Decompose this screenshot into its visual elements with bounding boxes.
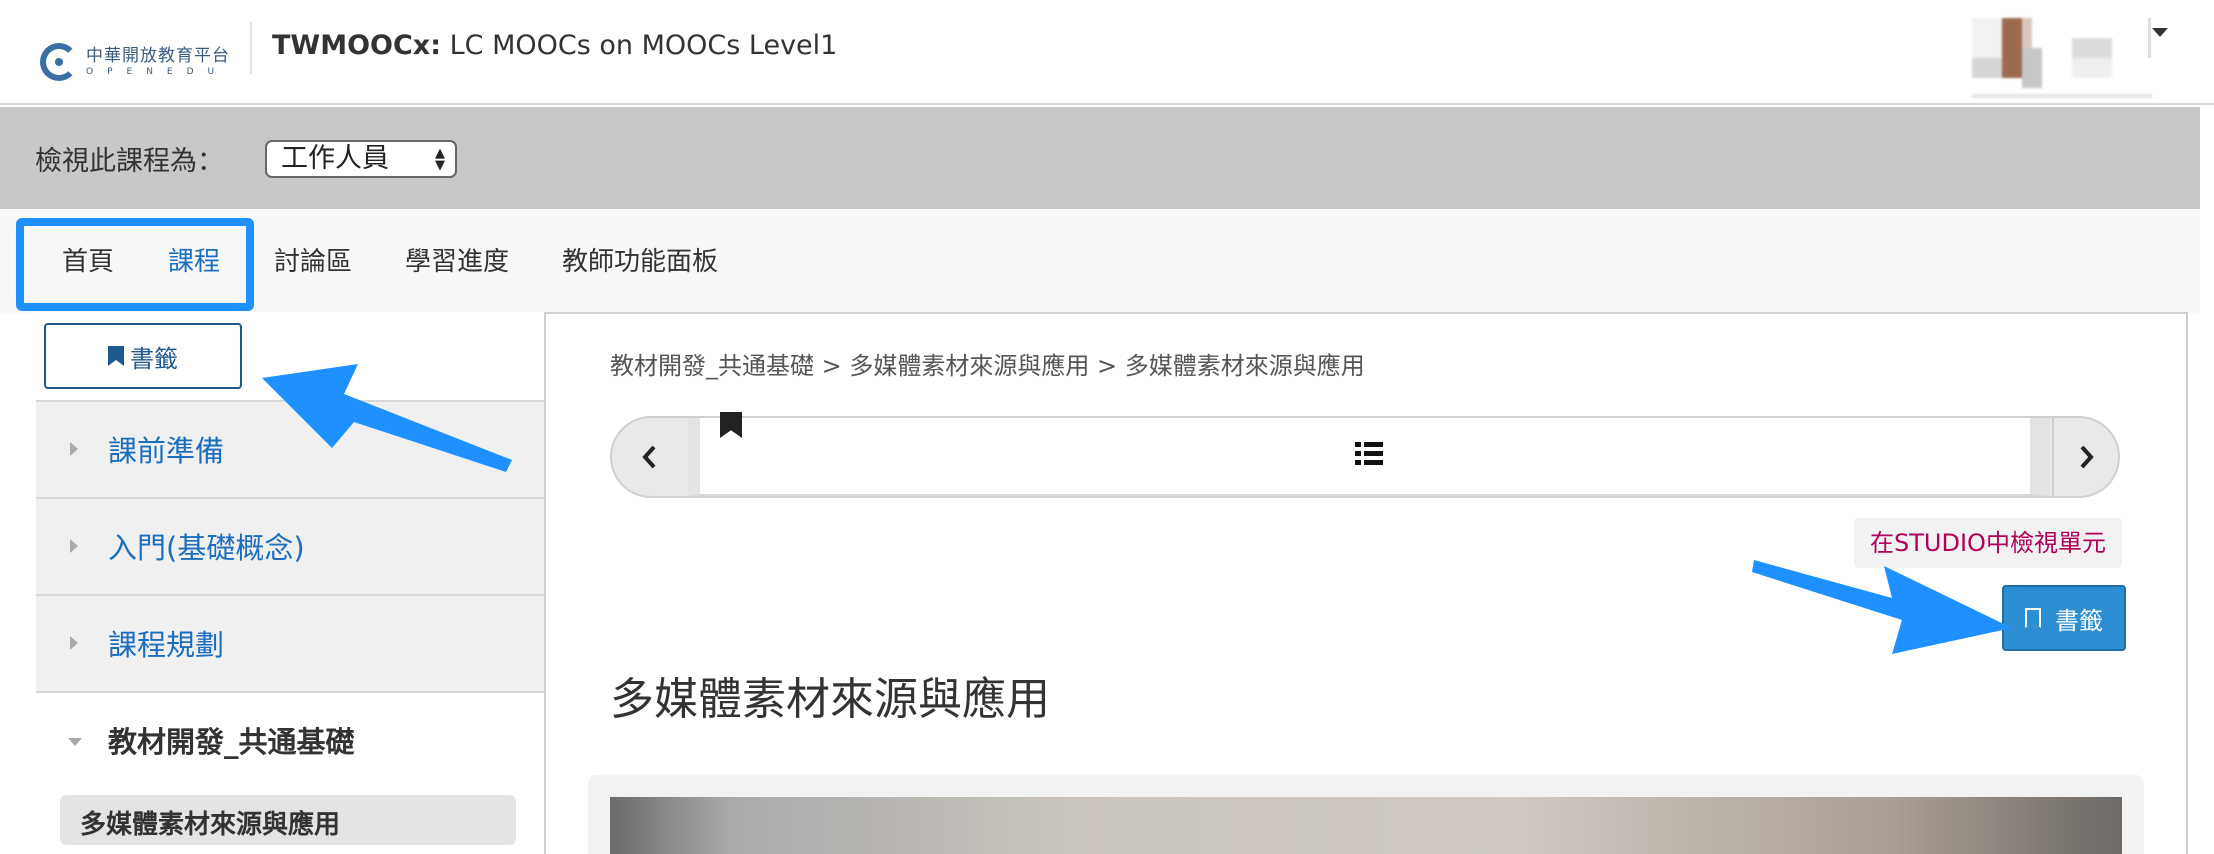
outline-section-intro[interactable]: 入門(基礎概念) <box>36 497 544 594</box>
list-icon <box>1355 442 1383 466</box>
sidebar-bookmarks-button[interactable]: 書籤 <box>44 323 242 389</box>
course-title: TWMOOCx: LC MOOCs on MOOCs Level1 <box>272 28 837 64</box>
outline-section-label: 課前準備 <box>108 434 225 468</box>
logo-english-name: OPENEDU <box>86 67 229 77</box>
video-frame[interactable] <box>610 797 2122 854</box>
tab-discussion[interactable]: 討論區 <box>274 245 352 279</box>
caret-right-icon <box>70 539 78 553</box>
course-name: LC MOOCs on MOOCs Level1 <box>449 30 838 61</box>
unit-bookmark-label: 書籤 <box>2055 606 2103 635</box>
view-as-select[interactable]: 工作人員 ▲ ▼ <box>265 140 457 178</box>
bookmark-outline-icon <box>2025 608 2041 628</box>
caret-right-icon <box>70 442 78 456</box>
caret-down-icon <box>68 738 82 746</box>
view-as-bar: 檢視此課程為： 工作人員 ▲ ▼ <box>0 107 2200 209</box>
outline-section-label: 教材開發_共通基礎 <box>108 725 355 759</box>
course-tabs: 首頁 課程 討論區 學習進度 教師功能面板 <box>0 209 2200 314</box>
user-menu-divider <box>2148 18 2151 58</box>
previous-unit-button[interactable] <box>610 416 688 498</box>
user-menu[interactable] <box>1958 0 2152 105</box>
openedu-logo[interactable]: 中華開放教育平台 OPENEDU <box>40 40 230 84</box>
user-menu-caret-icon[interactable] <box>2152 28 2168 37</box>
view-as-label: 檢視此課程為： <box>35 146 224 177</box>
avatar[interactable] <box>1972 18 2152 98</box>
caret-right-icon <box>70 636 78 650</box>
chevron-right-icon <box>2080 445 2094 469</box>
chevron-left-icon <box>642 445 656 469</box>
view-as-selected-value: 工作人員 <box>281 143 389 174</box>
outline-section-label: 入門(基礎概念) <box>108 531 305 565</box>
bookmark-filled-icon <box>108 346 124 366</box>
outline-section-planning[interactable]: 課程規劃 <box>36 594 544 691</box>
annotation-highlight-box <box>16 218 254 311</box>
outline-section-material-dev[interactable]: 教材開發_共通基礎 <box>36 691 544 788</box>
outline-section-label: 課程規劃 <box>108 628 225 662</box>
outline-subsection-label: 多媒體素材來源與應用 <box>80 810 341 840</box>
annotation-arrow-right <box>1752 560 2012 654</box>
openedu-logo-icon <box>40 43 78 81</box>
course-org: TWMOOCx: <box>272 30 442 61</box>
tab-instructor-dashboard[interactable]: 教師功能面板 <box>562 245 718 279</box>
header-divider <box>250 22 252 74</box>
tab-progress[interactable]: 學習進度 <box>405 245 509 279</box>
unit-bookmark-button[interactable]: 書籤 <box>2002 585 2126 651</box>
site-header: 中華開放教育平台 OPENEDU TWMOOCx: LC MOOCs on MO… <box>0 0 2214 105</box>
breadcrumb: 教材開發_共通基礎 > 多媒體素材來源與應用 > 多媒體素材來源與應用 <box>610 352 1365 380</box>
logo-chinese-name: 中華開放教育平台 <box>86 46 230 66</box>
select-updown-icon: ▲ ▼ <box>435 146 445 173</box>
outline-subsection-multimedia[interactable]: 多媒體素材來源與應用 <box>60 795 516 845</box>
unit-title: 多媒體素材來源與應用 <box>610 674 1050 725</box>
sidebar-bookmarks-label: 書籤 <box>130 344 178 373</box>
annotation-arrow-left <box>262 364 512 472</box>
